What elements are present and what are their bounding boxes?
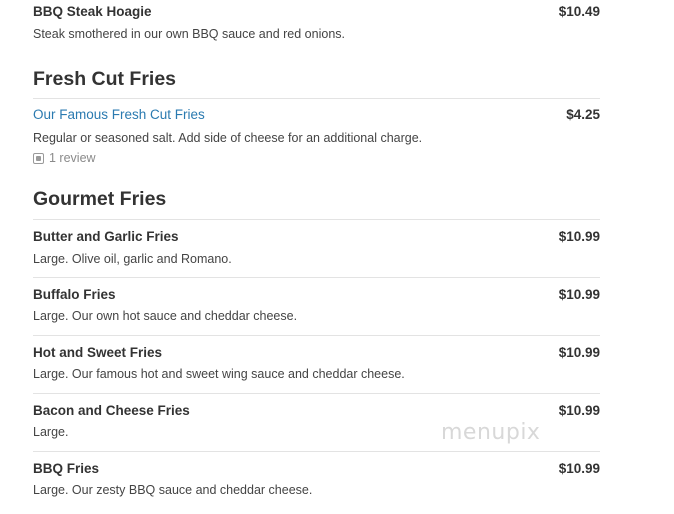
item-name: BBQ Fries	[33, 461, 100, 476]
item-price: $10.99	[558, 287, 600, 302]
menu-item: Hot and Sweet Fries $10.99 Large. Our fa…	[33, 336, 600, 393]
review-link[interactable]: 1 review	[33, 151, 600, 165]
item-description: Large. Our famous hot and sweet wing sau…	[33, 367, 405, 381]
item-price: $10.99	[558, 345, 600, 360]
menu-item: BBQ Steak Hoagie $10.49 Steak smothered …	[33, 0, 600, 53]
menu-item: Our Famous Fresh Cut Fries $4.25 Regular…	[33, 99, 600, 175]
section-title: Fresh Cut Fries	[33, 68, 177, 90]
item-price: $10.99	[558, 461, 600, 476]
menu-item: BBQ Fries $10.99 Large. Our zesty BBQ sa…	[33, 452, 600, 509]
review-count: 1 review	[49, 151, 96, 165]
menu-item: Buffalo Fries $10.99 Large. Our own hot …	[33, 278, 600, 335]
item-description: Large. Our own hot sauce and cheddar che…	[33, 309, 298, 323]
section-gourmet-fries: Gourmet Fries Butter and Garlic Fries $1…	[33, 187, 600, 509]
item-description: Steak smothered in our own BBQ sauce and…	[33, 27, 345, 41]
section-title: Gourmet Fries	[33, 188, 167, 210]
item-description: Large. Olive oil, garlic and Romano.	[33, 252, 232, 266]
item-description: Regular or seasoned salt. Add side of ch…	[33, 131, 423, 145]
item-name: BBQ Steak Hoagie	[33, 4, 152, 19]
review-icon	[33, 152, 44, 164]
item-description: Large. Our zesty BBQ sauce and cheddar c…	[33, 483, 313, 497]
item-price: $10.99	[558, 403, 600, 418]
item-name: Butter and Garlic Fries	[33, 229, 179, 244]
item-name: Buffalo Fries	[33, 287, 116, 302]
item-link-fresh-cut-fries[interactable]: Our Famous Fresh Cut Fries	[33, 106, 205, 124]
item-price: $10.49	[558, 4, 600, 19]
item-price: $4.25	[566, 107, 600, 122]
section-fresh-cut-fries: Fresh Cut Fries Our Famous Fresh Cut Fri…	[33, 67, 600, 175]
watermark-logo: menupix	[441, 420, 541, 445]
item-name: Hot and Sweet Fries	[33, 345, 163, 360]
menu-item: Butter and Garlic Fries $10.99 Large. Ol…	[33, 220, 600, 277]
item-name: Bacon and Cheese Fries	[33, 403, 190, 418]
item-price: $10.99	[558, 229, 600, 244]
